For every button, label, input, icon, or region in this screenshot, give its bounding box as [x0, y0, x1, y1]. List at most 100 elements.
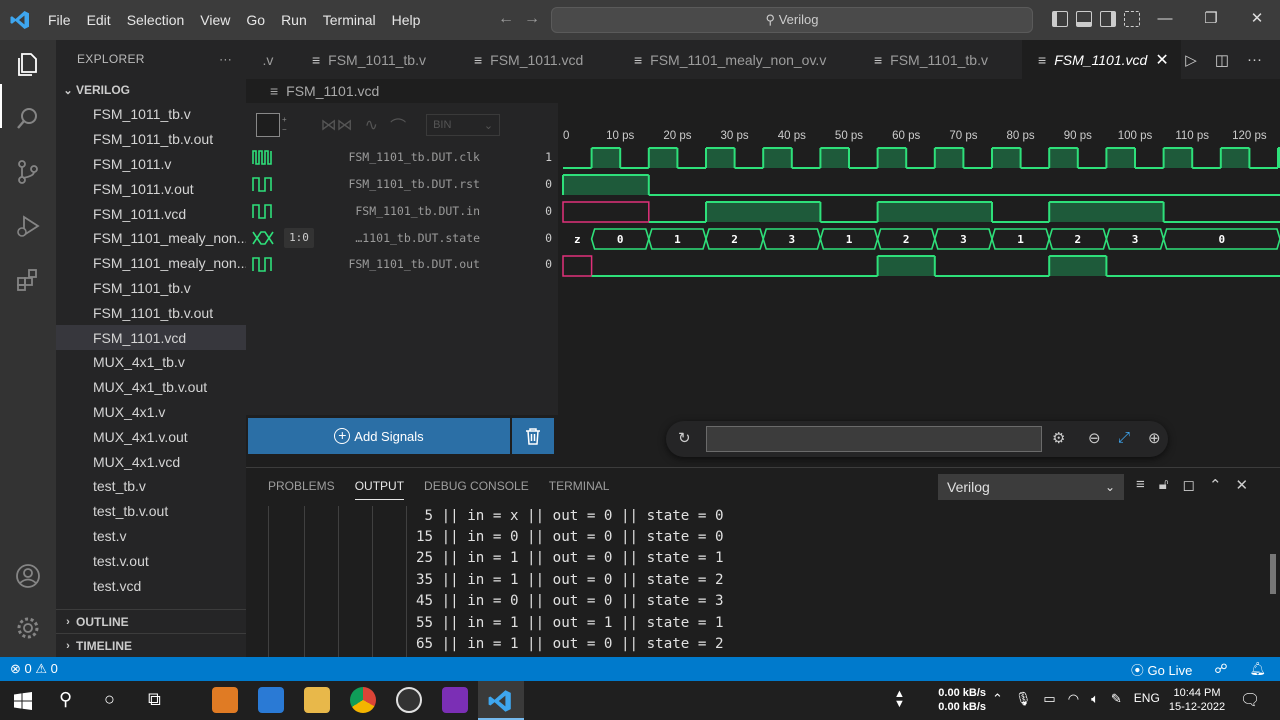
- obs-studio-icon[interactable]: [396, 687, 422, 713]
- minimize-icon[interactable]: —: [1142, 0, 1188, 40]
- tab-v[interactable]: .v: [246, 40, 290, 79]
- file-item[interactable]: FSM_1011.v: [56, 152, 246, 177]
- color-picker[interactable]: [256, 113, 280, 137]
- problems-status[interactable]: ⊗ 0 ⚠ 0: [10, 657, 58, 681]
- volume-icon[interactable]: 🔈︎: [1091, 691, 1099, 707]
- file-item[interactable]: MUX_4x1.vcd: [56, 449, 246, 474]
- sublime-text-icon[interactable]: [212, 687, 238, 713]
- tab-fsm-1101-tb-v[interactable]: ≡ FSM_1101_tb.v: [874, 40, 988, 79]
- file-item[interactable]: FSM_1011.vcd: [56, 201, 246, 226]
- settings-gear-icon[interactable]: [14, 614, 42, 642]
- signal-row-out[interactable]: FSM_1101_tb.DUT.out 0: [246, 252, 558, 278]
- vscode-taskbar-icon[interactable]: [488, 689, 512, 713]
- waveform-canvas[interactable]: 0 10 ps 20 ps 30 ps 40 ps 50 ps 60 ps 70 ps 80 p…: [562, 123, 1280, 293]
- tab-problems[interactable]: PROBLEMS: [258, 468, 345, 504]
- split-editor-icon[interactable]: ◫: [1215, 51, 1229, 69]
- onenote-icon[interactable]: [442, 687, 468, 713]
- file-item[interactable]: FSM_1101_tb.v.out: [56, 300, 246, 325]
- file-item[interactable]: test_tb.v.out: [56, 499, 246, 524]
- microsoft-store-icon[interactable]: [258, 687, 284, 713]
- output-content[interactable]: 5 || in = x || out = 0 || state = 0 15 |…: [246, 506, 1280, 658]
- file-item[interactable]: test.vcd: [56, 573, 246, 598]
- notifications-bell-icon[interactable]: 🔔︎: [1249, 661, 1266, 677]
- forward-arrow-icon[interactable]: →: [524, 10, 540, 27]
- command-center[interactable]: ⚲ Verilog: [551, 7, 1033, 33]
- analog-step-icon[interactable]: ∿: [365, 115, 378, 135]
- notification-center-icon[interactable]: 🗨︎: [1240, 690, 1260, 710]
- tab-fsm-1101-mealy[interactable]: ≡ FSM_1101_mealy_non_ov.v: [634, 40, 826, 79]
- file-item[interactable]: FSM_1011_tb.v.out: [56, 127, 246, 152]
- search-icon[interactable]: [14, 104, 42, 132]
- run-debug-icon[interactable]: [14, 212, 42, 240]
- breadcrumb[interactable]: ≡ FSM_1101.vcd: [246, 79, 1280, 103]
- folder-header[interactable]: ⌄ VERILOG: [56, 78, 246, 102]
- restore-icon[interactable]: ❐: [1188, 0, 1234, 40]
- menu-selection[interactable]: Selection: [119, 12, 193, 28]
- tab-debug-console[interactable]: DEBUG CONSOLE: [414, 468, 539, 504]
- account-icon[interactable]: [14, 562, 42, 590]
- maximize-panel-icon[interactable]: ◻: [1183, 476, 1195, 494]
- tab-output[interactable]: OUTPUT: [345, 468, 414, 504]
- customize-layout-icon[interactable]: [1124, 11, 1140, 27]
- more-actions-icon[interactable]: ···: [219, 52, 232, 66]
- close-tab-icon[interactable]: ✕: [1155, 50, 1168, 70]
- outline-section[interactable]: › OUTLINE: [56, 609, 246, 633]
- lock-icon[interactable]: 🔓︎: [1159, 476, 1169, 494]
- go-live-button[interactable]: ⦿ Go Live: [1131, 660, 1192, 679]
- file-item[interactable]: MUX_4x1.v.out: [56, 424, 246, 449]
- fit-to-view-icon[interactable]: ⤢: [1118, 429, 1130, 446]
- signal-row-rst[interactable]: FSM_1101_tb.DUT.rst 0: [246, 172, 558, 198]
- toggle-secondary-sidebar-icon[interactable]: [1100, 11, 1116, 27]
- file-item[interactable]: FSM_1101_mealy_non...: [56, 226, 246, 251]
- add-signals-button[interactable]: + Add Signals: [248, 418, 510, 454]
- bus-icon[interactable]: ⋈⋈: [321, 115, 353, 135]
- tab-fsm-1011-vcd[interactable]: ≡ FSM_1011.vcd: [474, 40, 583, 79]
- account-feedback-icon[interactable]: ☍: [1214, 661, 1227, 677]
- signal-row-clk[interactable]: FSM_1101_tb.DUT.clk 1: [246, 145, 558, 171]
- file-item-selected[interactable]: FSM_1101.vcd: [56, 325, 246, 350]
- menu-view[interactable]: View: [192, 12, 238, 28]
- chrome-icon[interactable]: [350, 687, 376, 713]
- output-scrollbar[interactable]: [1270, 554, 1276, 594]
- explorer-icon[interactable]: [14, 50, 42, 78]
- file-item[interactable]: test_tb.v: [56, 474, 246, 499]
- task-view-icon[interactable]: ⧉: [148, 689, 161, 710]
- chevron-up-icon[interactable]: ⌃: [1209, 476, 1222, 494]
- zoom-out-icon[interactable]: ⊖: [1088, 429, 1101, 447]
- delete-signal-button[interactable]: [512, 418, 554, 454]
- run-icon[interactable]: ▷: [1185, 51, 1197, 69]
- refresh-icon[interactable]: ↻: [678, 429, 691, 447]
- height-spinner[interactable]: + −: [282, 115, 287, 135]
- more-actions-icon[interactable]: ···: [1247, 51, 1262, 68]
- settings-gear-icon[interactable]: ⚙: [1052, 429, 1065, 447]
- windows-start-icon[interactable]: [14, 692, 32, 710]
- cortana-circle-icon[interactable]: ○: [104, 689, 115, 710]
- microphone-icon[interactable]: 🎙︎: [1015, 691, 1032, 707]
- tab-fsm-1101-vcd[interactable]: ≡ FSM_1101.vcd ✕: [1022, 40, 1181, 79]
- toggle-sidebar-icon[interactable]: [1052, 11, 1068, 27]
- wifi-icon[interactable]: ◠: [1068, 691, 1079, 707]
- close-window-icon[interactable]: ✕: [1234, 0, 1280, 40]
- signal-row-state[interactable]: 1:0 …1101_tb.DUT.state 0: [246, 226, 558, 252]
- close-panel-icon[interactable]: ✕: [1236, 476, 1249, 494]
- file-item[interactable]: MUX_4x1.v: [56, 400, 246, 425]
- format-select[interactable]: BIN ⌄: [426, 114, 501, 136]
- menu-file[interactable]: File: [40, 12, 79, 28]
- waveform-search-input[interactable]: [706, 426, 1042, 452]
- back-arrow-icon[interactable]: ←: [498, 10, 514, 27]
- file-item[interactable]: FSM_1101_tb.v: [56, 276, 246, 301]
- file-item[interactable]: FSM_1101_mealy_non...: [56, 251, 246, 276]
- menu-terminal[interactable]: Terminal: [315, 12, 384, 28]
- tab-terminal[interactable]: TERMINAL: [539, 468, 620, 504]
- file-item[interactable]: test.v: [56, 524, 246, 549]
- chevron-up-icon[interactable]: ⌃: [992, 691, 1003, 707]
- file-item[interactable]: MUX_4x1_tb.v.out: [56, 375, 246, 400]
- taskbar-search-icon[interactable]: ⚲: [59, 689, 72, 710]
- analog-line-icon[interactable]: ⌒: [390, 113, 406, 137]
- zoom-in-icon[interactable]: ⊕: [1148, 429, 1161, 447]
- menu-go[interactable]: Go: [238, 12, 273, 28]
- timeline-section[interactable]: › TIMELINE: [56, 633, 246, 657]
- source-control-icon[interactable]: [14, 158, 42, 186]
- pen-icon[interactable]: ✎: [1111, 691, 1122, 707]
- menu-edit[interactable]: Edit: [79, 12, 119, 28]
